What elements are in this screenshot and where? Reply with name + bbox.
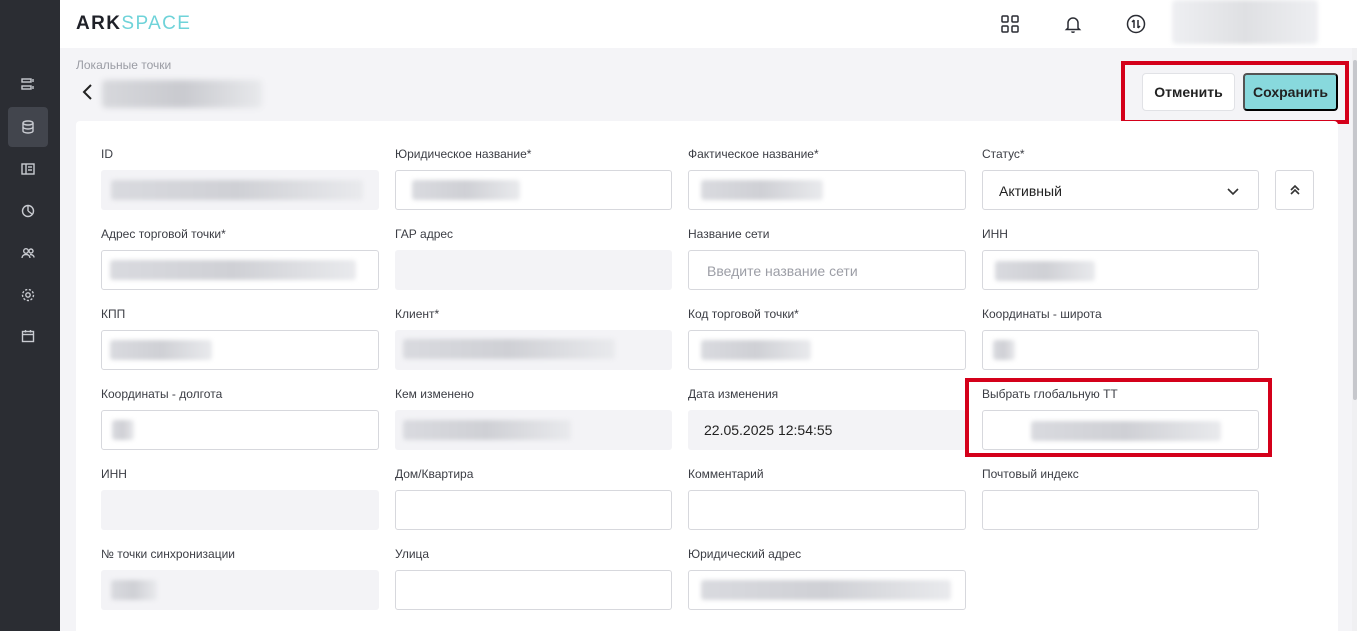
bell-icon [1064,17,1082,34]
logo[interactable]: ARKSPACE [76,13,191,35]
double-chevron-up-icon [1289,184,1300,195]
inn2-label: ИНН [101,467,127,481]
logo-space: SPACE [121,13,192,34]
status-label: Статус* [982,147,1025,161]
logo-ark: ARK [76,13,122,34]
sync-point-label: № точки синхронизации [101,547,235,561]
sidebar-item-list[interactable] [8,64,48,104]
changed-date-value: 22.05.2025 12:54:55 [704,422,833,438]
calendar-icon [21,330,35,343]
sidebar-item-users[interactable] [8,233,48,273]
changed-by-label: Кем изменено [395,387,474,401]
house-apartment-input[interactable] [395,490,672,530]
gar-address-field [395,250,672,290]
changed-by-field [395,410,672,450]
sync-button[interactable] [1124,12,1148,36]
store-address-input[interactable] [101,250,379,290]
apps-grid-button[interactable] [998,12,1022,36]
client-label: Клиент* [395,307,440,321]
comment-label: Комментарий [688,467,764,481]
network-name-placeholder: Введите название сети [707,263,858,279]
kpp-input[interactable] [101,330,379,370]
global-tt-highlight-box [965,378,1272,457]
chevron-down-icon [1226,184,1240,198]
breadcrumb[interactable]: Локальные точки [76,58,171,72]
inn2-field [101,490,379,530]
latitude-label: Координаты - широта [982,307,1102,321]
sync-point-field [101,570,379,610]
store-address-label: Адрес торговой точки* [101,227,226,241]
chart-icon [21,204,35,218]
collapse-button[interactable] [1275,170,1314,210]
legal-name-label: Юридическое название* [395,147,532,161]
client-field[interactable] [395,330,672,370]
actual-name-input[interactable] [688,170,966,210]
inn-label: ИНН [982,227,1008,241]
sync-arrows-icon [1126,14,1146,34]
gar-address-label: ГАР адрес [395,227,454,241]
layout-icon [21,163,35,175]
notifications-button[interactable] [1061,12,1085,36]
top-bar: ARKSPACE [60,0,1357,48]
sidebar [0,0,60,631]
id-field [101,170,379,210]
changed-date-label: Дата изменения [688,387,779,401]
kpp-label: КПП [101,307,126,321]
legal-name-input[interactable] [395,170,672,210]
id-label: ID [101,147,113,161]
sidebar-item-chart[interactable] [8,191,48,231]
chevron-left-icon [82,84,92,100]
longitude-input[interactable] [101,410,379,450]
network-name-input[interactable]: Введите название сети [688,250,966,290]
street-input[interactable] [395,570,672,610]
store-code-input[interactable] [688,330,966,370]
list-icon [21,78,34,90]
legal-address-label: Юридический адрес [688,547,802,561]
actions-highlight-box [1121,61,1349,124]
longitude-label: Координаты - долгота [101,387,223,401]
sidebar-item-layout[interactable] [8,149,48,189]
network-name-label: Название сети [688,227,770,241]
actual-name-label: Фактическое название* [688,147,819,161]
database-icon [22,120,34,134]
sidebar-item-database[interactable] [8,107,48,147]
users-icon [21,248,35,259]
gear-icon [21,288,35,302]
apps-grid-icon [1001,15,1019,33]
page-title [102,80,262,108]
comment-input[interactable] [688,490,966,530]
status-select[interactable]: Активный [982,170,1259,210]
inn-input[interactable] [982,250,1259,290]
changed-date-field: 22.05.2025 12:54:55 [688,410,966,450]
user-menu[interactable] [1172,0,1318,44]
status-value: Активный [999,183,1062,199]
store-code-label: Код торговой точки* [688,307,799,321]
back-button[interactable] [78,82,98,102]
postal-code-label: Почтовый индекс [982,467,1079,481]
postal-code-input[interactable] [982,490,1259,530]
street-label: Улица [395,547,430,561]
scrollbar-thumb[interactable] [1353,60,1357,400]
sidebar-item-calendar[interactable] [8,316,48,356]
house-apartment-label: Дом/Квартира [395,467,474,481]
latitude-input[interactable] [982,330,1259,370]
legal-address-input[interactable] [688,570,966,610]
sidebar-item-settings[interactable] [8,275,48,315]
